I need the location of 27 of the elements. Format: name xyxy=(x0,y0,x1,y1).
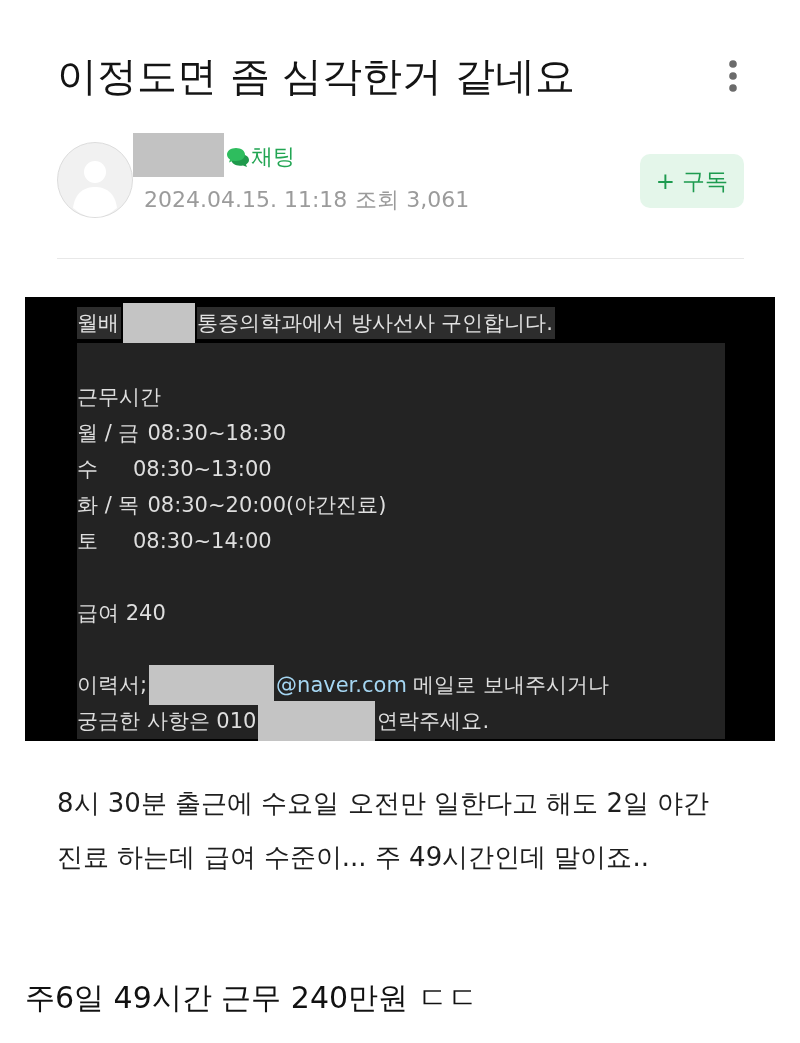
schedule-day: 토 xyxy=(77,523,125,559)
schedule-day: 월 / 금 xyxy=(77,415,140,451)
view-count: 조회 3,061 xyxy=(355,186,470,214)
posting-text: 이력서; xyxy=(77,672,148,699)
posting-text: 연락주세요. xyxy=(377,708,490,735)
schedule-day: 화 / 목 xyxy=(77,487,140,523)
chat-link[interactable]: 채팅 xyxy=(227,143,295,171)
posting-text: 메일로 보내주시거나 xyxy=(412,672,609,699)
schedule-hours: 08:30~13:00 xyxy=(133,456,272,483)
more-options-icon[interactable] xyxy=(729,60,737,92)
chat-bubbles-icon xyxy=(227,147,249,167)
schedule-hours: 08:30~18:30 xyxy=(147,420,287,447)
post-title: 이정도면 좀 심각한거 같네요 xyxy=(57,52,576,101)
subscribe-button[interactable]: + 구독 xyxy=(640,154,744,208)
pay-text: 급여 240 xyxy=(77,600,166,627)
schedule-hours: 08:30~14:00 xyxy=(133,528,272,555)
email-address: @naver.com xyxy=(276,672,407,699)
post-date: 2024.04.15. 11:18 xyxy=(144,186,348,214)
hours-heading: 근무시간 xyxy=(77,384,161,411)
schedule-hours: 08:30~20:00(야간진료) xyxy=(147,492,387,519)
schedule-day: 수 xyxy=(77,451,125,487)
posting-text: 월배 xyxy=(77,307,121,339)
posting-text: 통증의학과에서 방사선사 구인합니다. xyxy=(197,307,556,339)
closing-line: 주6일 49시간 근무 240만원 ㄷㄷ xyxy=(25,979,478,1017)
redacted-block xyxy=(123,303,195,343)
posting-text: 궁금한 사항은 010 xyxy=(77,708,257,735)
body-paragraph: 8시 30분 출근에 수요일 오전만 일한다고 해도 2일 야간 진료 하는데 급여 수준이... 주 49시간인데 말이죠.. xyxy=(57,787,710,874)
